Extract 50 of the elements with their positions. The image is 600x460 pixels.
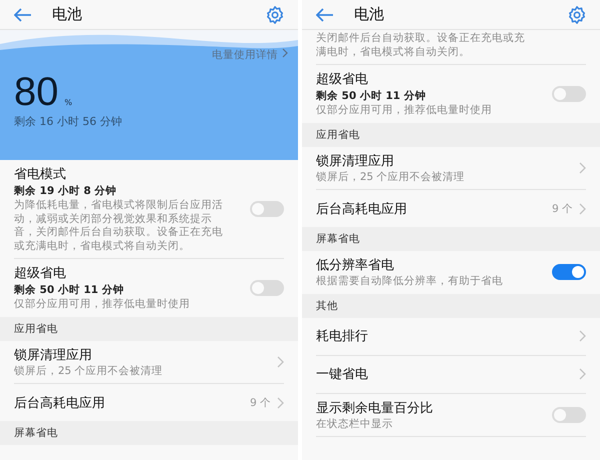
section-header: 应用省电 <box>302 122 600 146</box>
app-count: 9 个 <box>250 396 271 410</box>
remaining-time: 剩余 50 小时 11 分钟 <box>316 89 427 103</box>
setting-title: 锁屏清理应用 <box>14 346 93 364</box>
remaining-time: 剩余 16 小时 56 分钟 <box>14 114 123 129</box>
setting-title: 后台高耗电应用 <box>316 200 408 218</box>
chevron-right-icon[interactable] <box>579 162 586 174</box>
chevron-right-icon <box>282 48 288 58</box>
setting-description: 为降低耗电量，省电模式将限制后台应用活动，减弱或关闭部分视觉效果和系统提示音，关闭邮件后台自动获取。设备正在充电或充满电时，省电模式将自动关闭。 <box>14 199 224 253</box>
setting-title: 锁屏清理应用 <box>316 152 395 170</box>
setting-title: 显示剩余电量百分比 <box>316 400 434 416</box>
toggle-switch[interactable] <box>552 86 586 102</box>
setting-title: 耗电排行 <box>316 328 369 345</box>
setting-description: 锁屏后，25 个应用不会被清理 <box>316 170 466 184</box>
section-header: 应用省电 <box>0 316 298 340</box>
setting-title: 低分辨率省电 <box>316 257 395 274</box>
remaining-time: 剩余 50 小时 11 分钟 <box>14 283 125 297</box>
back-icon[interactable] <box>14 8 32 22</box>
setting-description: 根据需要自动降低分辨率，有助于省电 <box>316 275 504 288</box>
setting-description: 在状态栏中显示 <box>316 418 394 431</box>
section-header: 其他 <box>302 294 600 318</box>
remaining-time: 剩余 19 小时 8 分钟 <box>14 184 118 198</box>
chevron-right-icon[interactable] <box>579 202 586 214</box>
toggle-switch[interactable] <box>250 280 284 296</box>
screen-title: 电池 <box>52 5 83 24</box>
back-icon[interactable] <box>316 8 334 22</box>
chevron-right-icon[interactable] <box>277 396 284 408</box>
setting-title: 超级省电 <box>316 71 369 88</box>
setting-title: 省电模式 <box>14 166 67 183</box>
chevron-right-icon[interactable] <box>579 330 586 342</box>
setting-description: 仅部分应用可用，推荐低电量时使用 <box>316 104 493 118</box>
battery-percentage: 80 <box>14 72 58 112</box>
toggle-switch[interactable] <box>552 264 586 280</box>
setting-description: 关闭邮件后台自动获取。设备正在充电或充满电时，省电模式将自动关闭。 <box>316 32 526 59</box>
toggle-switch[interactable] <box>552 406 586 423</box>
setting-title: 超级省电 <box>14 265 67 282</box>
percent-sign: % <box>64 98 72 107</box>
setting-description: 锁屏后，25 个应用不会被清理 <box>14 364 164 378</box>
settings-icon[interactable] <box>568 6 586 24</box>
setting-title: 后台高耗电应用 <box>14 394 106 412</box>
chevron-right-icon[interactable] <box>277 356 284 368</box>
screen-title: 电池 <box>354 5 385 24</box>
section-header: 屏幕省电 <box>0 421 298 445</box>
chevron-right-icon[interactable] <box>579 368 586 380</box>
setting-title: 一键省电 <box>316 366 369 383</box>
app-count: 9 个 <box>552 202 573 216</box>
section-header: 屏幕省电 <box>302 227 600 251</box>
settings-icon[interactable] <box>266 6 284 24</box>
toggle-switch[interactable] <box>250 201 284 217</box>
setting-description: 仅部分应用可用，推荐低电量时使用 <box>14 298 191 312</box>
